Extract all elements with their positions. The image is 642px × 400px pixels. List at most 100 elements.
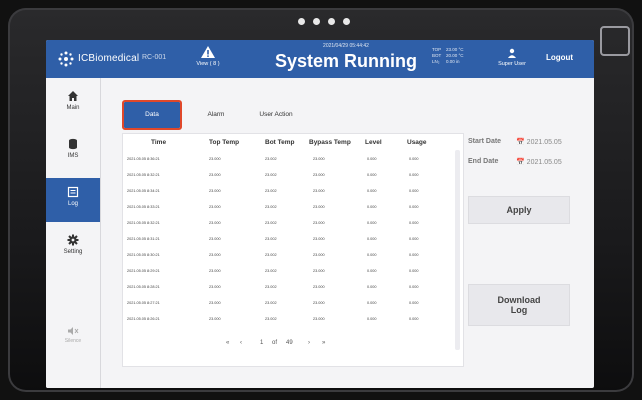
table-cell: 0.000 [367, 221, 377, 225]
page-total: 49 [286, 340, 293, 346]
table-cell: 23.000 [209, 205, 221, 209]
table-row[interactable]: 2021.05.05 8:33:21 23.000 23.002 23.000 0.00… [123, 202, 453, 214]
table-cell: 0.000 [367, 173, 377, 177]
sidebar-item-main[interactable]: Main [46, 82, 100, 126]
page-of-label: of [272, 340, 278, 346]
table-row[interactable]: 2021.05.05 8:26:21 23.000 23.002 23.000 0.00… [123, 314, 453, 326]
table-cell: 0.000 [367, 205, 377, 209]
indicator-dot [313, 18, 320, 25]
column-header: Top Temp [209, 139, 240, 146]
table-cell: 2021.05.05 8:31:21 [127, 237, 160, 241]
silence-button[interactable]: Silence [46, 326, 100, 366]
table-cell: 23.002 [265, 173, 277, 177]
table-row[interactable]: 2021.05.05 8:32:21 23.000 23.002 23.000 0.00… [123, 170, 453, 182]
datetime: 2021/04/29 05:44:42 [323, 43, 369, 49]
log-icon [67, 186, 79, 198]
hardware-button[interactable] [600, 26, 630, 56]
apply-button[interactable]: Apply [468, 196, 570, 224]
table-cell: 0.000 [409, 205, 419, 209]
table-cell: 23.000 [209, 285, 221, 289]
table-cell: 0.000 [409, 157, 419, 161]
table-cell: 23.000 [313, 173, 325, 177]
table-cell: 0.000 [409, 189, 419, 193]
home-icon [68, 91, 78, 101]
table-cell: 0.000 [409, 317, 419, 321]
prev-page-button[interactable]: ‹ [240, 340, 242, 346]
table-cell: 2021.05.05 8:34:21 [127, 189, 160, 193]
table-cell: 0.000 [409, 221, 419, 225]
table-cell: 0.000 [409, 285, 419, 289]
table-cell: 23.002 [265, 253, 277, 257]
start-date-field[interactable]: 📅 2021.05.05 [516, 138, 562, 146]
table-cell: 23.000 [313, 285, 325, 289]
table-cell: 2021.05.05 8:30:21 [127, 253, 160, 257]
table-cell: 23.000 [209, 317, 221, 321]
tab-user-action[interactable]: User Action [246, 102, 306, 128]
indicator-dot [343, 18, 350, 25]
sensor-readouts: TOP 23.00 °C BOT 20.00 °C LN₂ 0.00 in [432, 47, 464, 65]
page-number: 1 [260, 340, 264, 346]
view-alarm-button[interactable]: View ( 8 ) [188, 44, 228, 74]
table-cell: 0.000 [409, 173, 419, 177]
table-cell: 2021.05.05 8:32:21 [127, 173, 160, 177]
end-date-field[interactable]: 📅 2021.05.05 [516, 158, 562, 166]
sidebar-item-log[interactable]: Log [46, 178, 100, 222]
column-header: Level [365, 139, 382, 146]
calendar-icon: 📅 [516, 139, 527, 146]
table-cell: 23.002 [265, 269, 277, 273]
gear-icon [67, 234, 79, 246]
user-button[interactable]: Super User [492, 46, 532, 67]
readout-ln2: LN₂ 0.00 in [432, 59, 460, 64]
table-cell: 23.000 [313, 205, 325, 209]
table-cell: 23.002 [265, 221, 277, 225]
table-cell: 23.000 [313, 269, 325, 273]
table-cell: 0.000 [367, 253, 377, 257]
tab-data[interactable]: Data [122, 100, 182, 130]
next-page-button[interactable]: › [308, 340, 310, 346]
user-icon [508, 48, 516, 58]
last-page-button[interactable]: » [322, 340, 325, 346]
logout-button[interactable]: Logout [546, 53, 573, 62]
table-cell: 23.000 [209, 269, 221, 273]
table-cell: 23.000 [209, 253, 221, 257]
table-cell: 2021.05.05 8:26:21 [127, 317, 160, 321]
download-log-label: Download Log [497, 295, 541, 315]
column-header: Bot Temp [265, 139, 295, 146]
top-bar: ICBiomedical RC-001 View ( 8 ) 2021/04/2… [46, 40, 594, 78]
table-cell: 0.000 [367, 237, 377, 241]
table-row[interactable]: 2021.05.05 8:34:21 23.000 23.002 23.000 0.00… [123, 186, 453, 198]
table-row[interactable]: 2021.05.05 8:30:21 23.000 23.002 23.000 0.00… [123, 250, 453, 262]
table-cell: 23.000 [313, 317, 325, 321]
table-row[interactable]: 2021.05.05 8:31:21 23.000 23.002 23.000 0.00… [123, 234, 453, 246]
table-cell: 0.000 [409, 269, 419, 273]
table-cell: 2021.05.05 8:32:21 [127, 221, 160, 225]
indicator-dot [328, 18, 335, 25]
table-row[interactable]: 2021.05.05 8:28:21 23.000 23.002 23.000 0.00… [123, 282, 453, 294]
page-title: System Running [274, 51, 417, 71]
table-cell: 23.000 [209, 221, 221, 225]
table-cell: 2021.05.05 8:27:21 [127, 301, 160, 305]
table-cell: 23.002 [265, 189, 277, 193]
table-row[interactable]: 2021.05.05 8:32:21 23.000 23.002 23.000 0.00… [123, 218, 453, 230]
table-cell: 23.002 [265, 285, 277, 289]
table-cell: 23.002 [265, 205, 277, 209]
tab-alarm[interactable]: Alarm [190, 102, 242, 128]
table-row[interactable]: 2021.05.05 8:27:21 23.000 23.002 23.000 0.00… [123, 298, 453, 310]
table-cell: 23.000 [209, 301, 221, 305]
table-cell: 0.000 [409, 301, 419, 305]
screen: ICBiomedical RC-001 View ( 8 ) 2021/04/2… [46, 40, 594, 388]
first-page-button[interactable]: « [226, 340, 229, 346]
table-scrollbar[interactable] [455, 150, 460, 350]
table-cell: 23.000 [313, 189, 325, 193]
table-row[interactable]: 2021.05.05 8:29:21 23.000 23.002 23.000 0.00… [123, 266, 453, 278]
download-log-button[interactable]: Download Log [468, 284, 570, 326]
indicator-dot [298, 18, 305, 25]
sidebar-item-ims[interactable]: IMS [46, 130, 100, 174]
end-date-value: 2021.05.05 [526, 159, 562, 166]
sidebar-item-setting[interactable]: Setting [46, 226, 100, 270]
table-row[interactable]: 2021.05.05 8:36:21 23.000 23.002 23.000 0.00… [123, 154, 453, 166]
table-cell: 0.000 [409, 237, 419, 241]
table-cell: 23.002 [265, 157, 277, 161]
table-cell: 23.000 [313, 221, 325, 225]
table-cell: 23.000 [209, 237, 221, 241]
